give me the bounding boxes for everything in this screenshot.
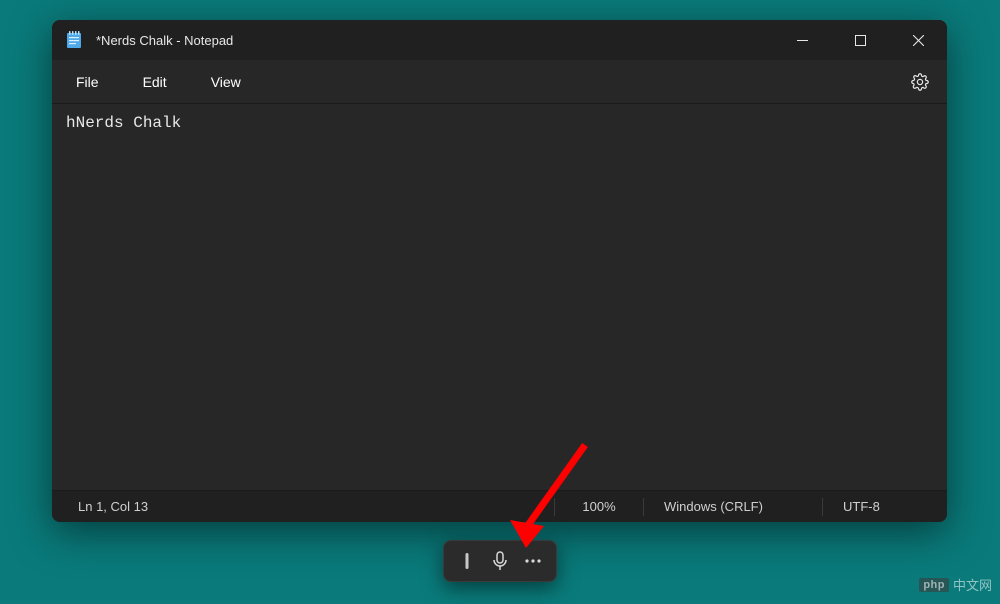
settings-button[interactable] — [893, 67, 947, 97]
menu-file[interactable]: File — [62, 68, 113, 96]
more-button[interactable] — [518, 546, 548, 576]
window-controls — [773, 20, 947, 60]
menu-view[interactable]: View — [197, 68, 255, 96]
close-button[interactable] — [889, 20, 947, 60]
maximize-button[interactable] — [831, 20, 889, 60]
status-zoom[interactable]: 100% — [569, 499, 629, 514]
microphone-icon — [492, 551, 508, 571]
editor-content: hNerds Chalk — [66, 114, 181, 132]
microphone-button[interactable] — [485, 546, 515, 576]
voice-handle[interactable] — [452, 546, 482, 576]
menu-edit[interactable]: Edit — [129, 68, 181, 96]
watermark-text: 中文网 — [953, 575, 992, 594]
statusbar: Ln 1, Col 13 100% Windows (CRLF) UTF-8 — [52, 490, 947, 522]
status-position: Ln 1, Col 13 — [72, 499, 154, 514]
gear-icon — [911, 73, 929, 91]
window-title: *Nerds Chalk - Notepad — [96, 33, 233, 48]
status-line-ending: Windows (CRLF) — [658, 499, 808, 514]
voice-typing-bar[interactable] — [443, 540, 557, 582]
menubar: File Edit View — [52, 60, 947, 104]
minimize-button[interactable] — [773, 20, 831, 60]
status-encoding: UTF-8 — [837, 499, 927, 514]
notepad-app-icon — [66, 31, 82, 49]
notepad-window: *Nerds Chalk - Notepad File Edit View hN… — [52, 20, 947, 522]
watermark-brand: php — [919, 578, 949, 592]
watermark: php 中文网 — [919, 575, 992, 594]
more-icon — [524, 558, 542, 564]
titlebar[interactable]: *Nerds Chalk - Notepad — [52, 20, 947, 60]
editor-area[interactable]: hNerds Chalk — [52, 104, 947, 490]
